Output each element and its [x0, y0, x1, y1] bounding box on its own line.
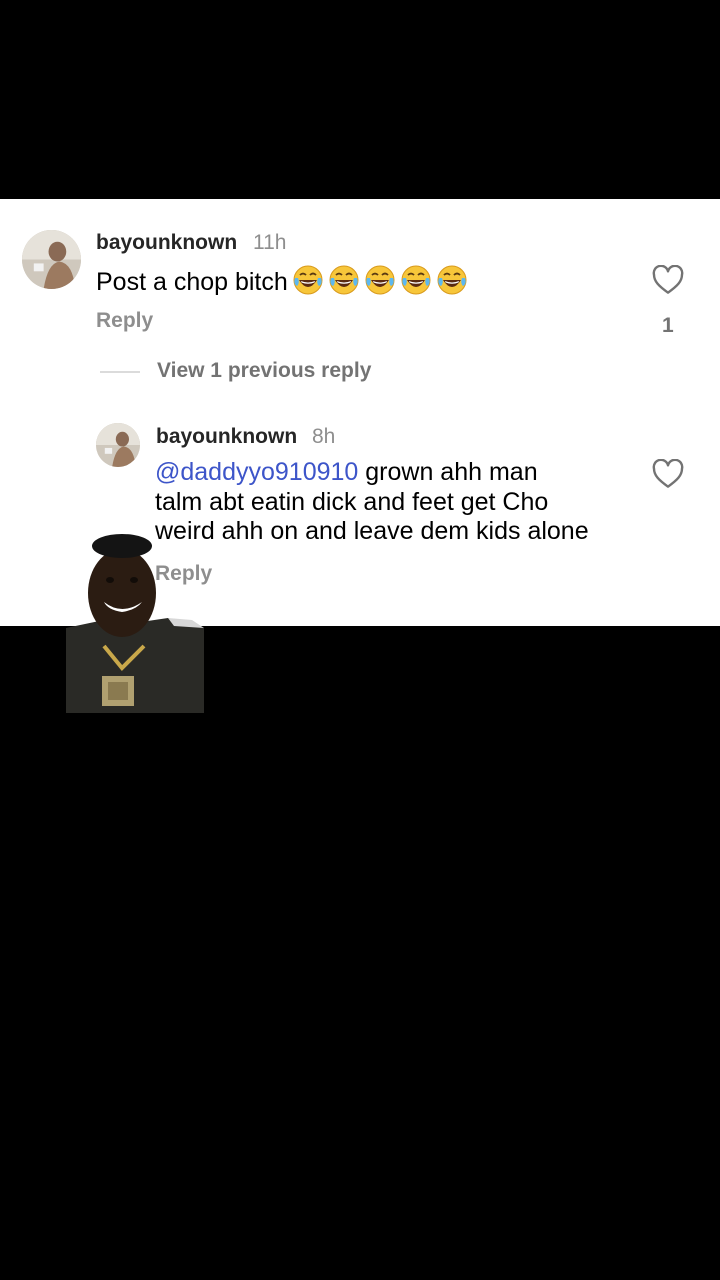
mention-link[interactable]: @daddyyo910910 [155, 458, 358, 486]
comment-username[interactable]: bayounknown [96, 231, 237, 255]
laughing-tears-emoji-icon [437, 265, 467, 295]
comment-timestamp: 11h [253, 231, 287, 254]
reply-button[interactable]: Reply [96, 309, 153, 333]
comment-text-content: Post a chop bitch [96, 268, 288, 296]
avatar-image-icon [96, 423, 140, 467]
laughing-tears-emoji-icon [293, 265, 323, 295]
comment-text: Post a chop bitch [96, 264, 468, 298]
laughing-tears-emoji-icon [365, 265, 395, 295]
reply-text: @daddyyo910910 grown ahh man talm abt ea… [155, 458, 635, 547]
laughing-tears-emoji-icon [401, 265, 431, 295]
reply-timestamp: 8h [312, 425, 336, 448]
divider-line [100, 371, 140, 373]
reply-username[interactable]: bayounknown [156, 425, 297, 449]
laughing-tears-emoji-icon [329, 265, 359, 295]
emoji-row [288, 265, 468, 296]
heart-icon[interactable] [652, 459, 684, 489]
reply-text-line: grown ahh man [358, 458, 538, 486]
view-previous-replies[interactable]: View 1 previous reply [157, 359, 371, 383]
person-sticker-icon [66, 534, 204, 713]
reply-text-line: weird ahh on and leave dem kids alone [155, 517, 589, 545]
like-count: 1 [662, 314, 674, 337]
avatar[interactable] [22, 230, 81, 289]
heart-icon[interactable] [652, 265, 684, 295]
reply-text-line: talm abt eatin dick and feet get Cho [155, 487, 549, 516]
reply-avatar[interactable] [96, 423, 140, 467]
avatar-image-icon [22, 230, 81, 289]
